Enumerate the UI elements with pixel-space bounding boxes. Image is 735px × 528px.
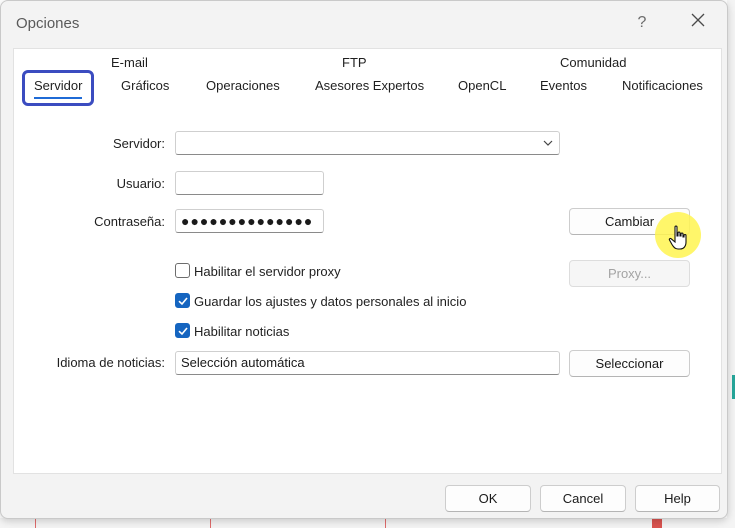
close-icon[interactable] xyxy=(684,9,712,37)
checkmark-icon xyxy=(178,297,188,306)
select-language-button[interactable]: Seleccionar xyxy=(569,350,690,377)
background-chart-candle xyxy=(652,518,662,528)
server-select[interactable] xyxy=(175,131,560,155)
tab-graficos[interactable]: Gráficos xyxy=(121,78,169,93)
save-settings-checkbox-label[interactable]: Guardar los ajustes y datos personales a… xyxy=(194,294,466,309)
help-button[interactable]: Help xyxy=(635,485,720,512)
title-bar: Opciones ? xyxy=(1,1,727,47)
password-label: Contraseña: xyxy=(94,214,165,229)
dialog-title: Opciones xyxy=(16,15,80,32)
tab-eventos[interactable]: Eventos xyxy=(540,78,587,93)
enable-news-checkbox-label[interactable]: Habilitar noticias xyxy=(194,324,289,339)
news-language-field[interactable]: Selección automática xyxy=(175,351,560,375)
tab-servidor[interactable]: Servidor xyxy=(34,78,82,93)
help-icon[interactable]: ? xyxy=(629,9,655,37)
proxy-checkbox-label[interactable]: Habilitar el servidor proxy xyxy=(194,264,341,279)
tab-notificaciones[interactable]: Notificaciones xyxy=(622,78,703,93)
server-label: Servidor: xyxy=(112,136,165,151)
tab-email[interactable]: E-mail xyxy=(111,55,148,70)
tab-ftp[interactable]: FTP xyxy=(342,55,367,70)
tab-comunidad[interactable]: Comunidad xyxy=(560,55,627,70)
chevron-down-icon xyxy=(543,140,553,146)
checkmark-icon xyxy=(178,327,188,336)
news-language-label: Idioma de noticias: xyxy=(56,355,165,370)
background-chart-bottom xyxy=(0,518,735,528)
background-chart-tick xyxy=(210,518,211,528)
proxy-button[interactable]: Proxy... xyxy=(569,260,690,287)
cancel-button[interactable]: Cancel xyxy=(540,485,626,512)
password-input[interactable]: ●●●●●●●●●●●●●● xyxy=(175,209,324,233)
user-input[interactable] xyxy=(175,171,324,195)
background-chart-strip xyxy=(727,0,735,528)
save-settings-checkbox[interactable] xyxy=(175,293,190,308)
tab-asesores-expertos[interactable]: Asesores Expertos xyxy=(315,78,424,93)
hand-pointer-icon xyxy=(668,225,687,250)
tab-opencl[interactable]: OpenCL xyxy=(458,78,506,93)
active-tab-indicator xyxy=(34,97,82,99)
background-chart-tick xyxy=(35,518,36,528)
background-chart-tick xyxy=(385,518,386,528)
tab-operaciones[interactable]: Operaciones xyxy=(206,78,280,93)
user-label: Usuario: xyxy=(116,176,165,191)
options-dialog: Opciones ? E-mail FTP Comunidad Servidor… xyxy=(0,0,728,519)
enable-news-checkbox[interactable] xyxy=(175,323,190,338)
proxy-checkbox[interactable] xyxy=(175,263,190,278)
ok-button[interactable]: OK xyxy=(445,485,531,512)
